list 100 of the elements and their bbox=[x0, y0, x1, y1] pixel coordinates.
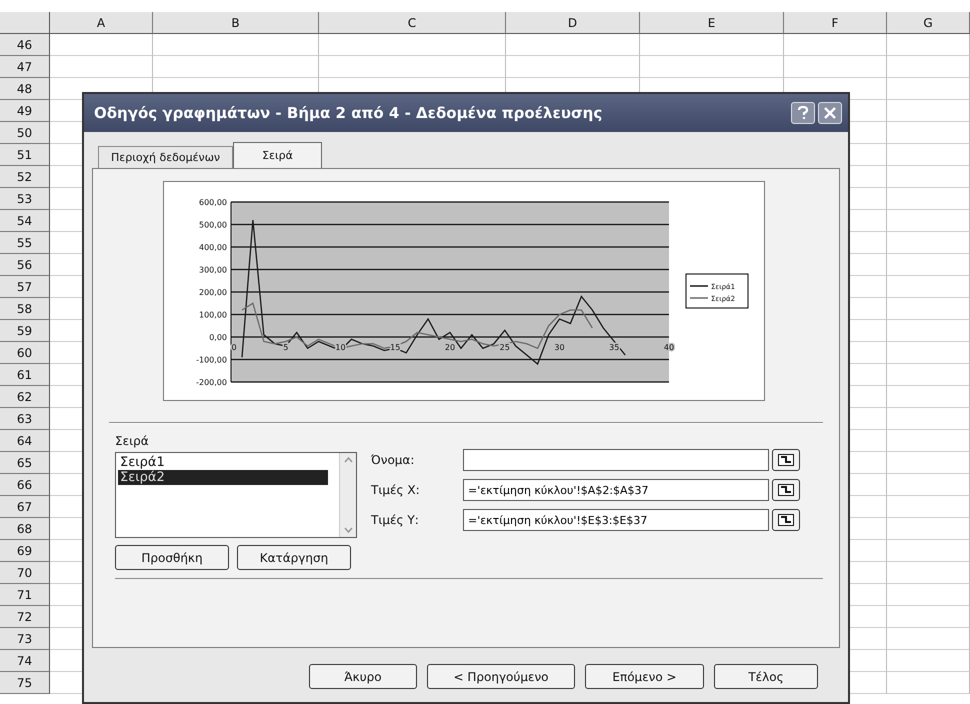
sheet-cell[interactable] bbox=[887, 34, 970, 56]
sheet-cell[interactable] bbox=[153, 34, 319, 56]
sheet-cell[interactable] bbox=[887, 364, 970, 386]
sheet-cell[interactable] bbox=[887, 452, 970, 474]
help-button[interactable] bbox=[791, 102, 815, 124]
list-item[interactable]: Σειρά2 bbox=[118, 470, 328, 485]
sheet-cell[interactable] bbox=[319, 34, 506, 56]
row-header[interactable]: 74 bbox=[0, 650, 50, 672]
sheet-cell[interactable] bbox=[887, 496, 970, 518]
sheet-cell[interactable] bbox=[887, 254, 970, 276]
row-header[interactable]: 70 bbox=[0, 562, 50, 584]
sheet-cell[interactable] bbox=[319, 56, 506, 78]
sheet-cell[interactable] bbox=[50, 56, 153, 78]
column-header[interactable]: F bbox=[784, 12, 887, 34]
row-header[interactable]: 55 bbox=[0, 232, 50, 254]
list-item[interactable]: Σειρά1 bbox=[118, 455, 328, 470]
tab[interactable]: Περιοχή δεδομένων bbox=[98, 146, 234, 168]
row-header[interactable]: 63 bbox=[0, 408, 50, 430]
sheet-cell[interactable] bbox=[887, 232, 970, 254]
sheet-cell[interactable] bbox=[153, 56, 319, 78]
sheet-cell[interactable] bbox=[887, 408, 970, 430]
row-header[interactable]: 48 bbox=[0, 78, 50, 100]
sheet-cell[interactable] bbox=[887, 386, 970, 408]
row-header[interactable]: 59 bbox=[0, 320, 50, 342]
row-header[interactable]: 53 bbox=[0, 188, 50, 210]
sheet-cell[interactable] bbox=[506, 34, 640, 56]
sheet-cell[interactable] bbox=[887, 56, 970, 78]
row-header[interactable]: 68 bbox=[0, 518, 50, 540]
row-header[interactable]: 65 bbox=[0, 452, 50, 474]
tab[interactable]: Σειρά bbox=[233, 142, 322, 168]
row-header[interactable]: 51 bbox=[0, 144, 50, 166]
input-field[interactable] bbox=[463, 449, 769, 471]
sheet-cell[interactable] bbox=[887, 188, 970, 210]
column-header[interactable]: A bbox=[50, 12, 153, 34]
row-header[interactable]: 50 bbox=[0, 122, 50, 144]
row-header[interactable]: 60 bbox=[0, 342, 50, 364]
sheet-cell[interactable] bbox=[887, 650, 970, 672]
range-select-button[interactable] bbox=[772, 449, 800, 471]
row-header[interactable]: 61 bbox=[0, 364, 50, 386]
column-header[interactable]: C bbox=[319, 12, 506, 34]
row-header[interactable]: 52 bbox=[0, 166, 50, 188]
row-header[interactable]: 71 bbox=[0, 584, 50, 606]
sheet-cell[interactable] bbox=[887, 672, 970, 694]
sheet-cell[interactable] bbox=[887, 210, 970, 232]
sheet-cell[interactable] bbox=[887, 474, 970, 496]
sheet-cell[interactable] bbox=[887, 100, 970, 122]
sheet-cell[interactable] bbox=[887, 628, 970, 650]
sheet-cell[interactable] bbox=[887, 78, 970, 100]
sheet-cell[interactable] bbox=[506, 56, 640, 78]
input-field[interactable]: ='εκτίμηση κύκλου'!$E$3:$E$37 bbox=[463, 509, 769, 531]
row-header[interactable]: 58 bbox=[0, 298, 50, 320]
column-header[interactable]: B bbox=[153, 12, 319, 34]
row-header[interactable]: 49 bbox=[0, 100, 50, 122]
sheet-cell[interactable] bbox=[640, 56, 784, 78]
close-button[interactable] bbox=[818, 102, 842, 124]
sheet-cell[interactable] bbox=[887, 144, 970, 166]
row-header[interactable]: 66 bbox=[0, 474, 50, 496]
sheet-cell[interactable] bbox=[640, 34, 784, 56]
row-header[interactable]: 47 bbox=[0, 56, 50, 78]
sheet-cell[interactable] bbox=[887, 518, 970, 540]
sheet-cell[interactable] bbox=[887, 584, 970, 606]
sheet-cell[interactable] bbox=[887, 606, 970, 628]
sheet-cell[interactable] bbox=[887, 298, 970, 320]
cancel-button[interactable]: Άκυρο bbox=[309, 664, 417, 689]
sheet-cell[interactable] bbox=[50, 34, 153, 56]
range-select-button[interactable] bbox=[772, 479, 800, 501]
row-header[interactable]: 54 bbox=[0, 210, 50, 232]
row-header[interactable]: 72 bbox=[0, 606, 50, 628]
range-select-button[interactable] bbox=[772, 509, 800, 531]
series-listbox[interactable]: Σειρά1 Σειρά2 bbox=[115, 452, 357, 538]
back-button[interactable]: < Προηγούμενο bbox=[427, 664, 575, 689]
sheet-cell[interactable] bbox=[887, 166, 970, 188]
row-header[interactable]: 64 bbox=[0, 430, 50, 452]
sheet-cell[interactable] bbox=[887, 562, 970, 584]
row-header[interactable]: 56 bbox=[0, 254, 50, 276]
next-button[interactable]: Επόμενο > bbox=[585, 664, 704, 689]
row-header[interactable]: 73 bbox=[0, 628, 50, 650]
row-header[interactable]: 69 bbox=[0, 540, 50, 562]
remove-button[interactable]: Κατάργηση bbox=[237, 545, 351, 570]
sheet-cell[interactable] bbox=[887, 342, 970, 364]
select-all-corner[interactable] bbox=[0, 12, 50, 34]
input-field[interactable]: ='εκτίμηση κύκλου'!$A$2:$A$37 bbox=[463, 479, 769, 501]
sheet-cell[interactable] bbox=[887, 276, 970, 298]
row-header[interactable]: 62 bbox=[0, 386, 50, 408]
column-header[interactable]: D bbox=[506, 12, 640, 34]
sheet-cell[interactable] bbox=[887, 122, 970, 144]
row-header[interactable]: 67 bbox=[0, 496, 50, 518]
finish-button[interactable]: Τέλος bbox=[714, 664, 818, 689]
add-button[interactable]: Προσθήκη bbox=[115, 545, 229, 570]
column-header[interactable]: E bbox=[640, 12, 784, 34]
sheet-cell[interactable] bbox=[784, 34, 887, 56]
scrollbar[interactable] bbox=[339, 453, 356, 537]
row-header[interactable]: 57 bbox=[0, 276, 50, 298]
column-header[interactable]: G bbox=[887, 12, 970, 34]
sheet-cell[interactable] bbox=[887, 430, 970, 452]
sheet-cell[interactable] bbox=[784, 56, 887, 78]
row-header[interactable]: 46 bbox=[0, 34, 50, 56]
sheet-cell[interactable] bbox=[887, 540, 970, 562]
row-header[interactable]: 75 bbox=[0, 672, 50, 694]
sheet-cell[interactable] bbox=[887, 320, 970, 342]
